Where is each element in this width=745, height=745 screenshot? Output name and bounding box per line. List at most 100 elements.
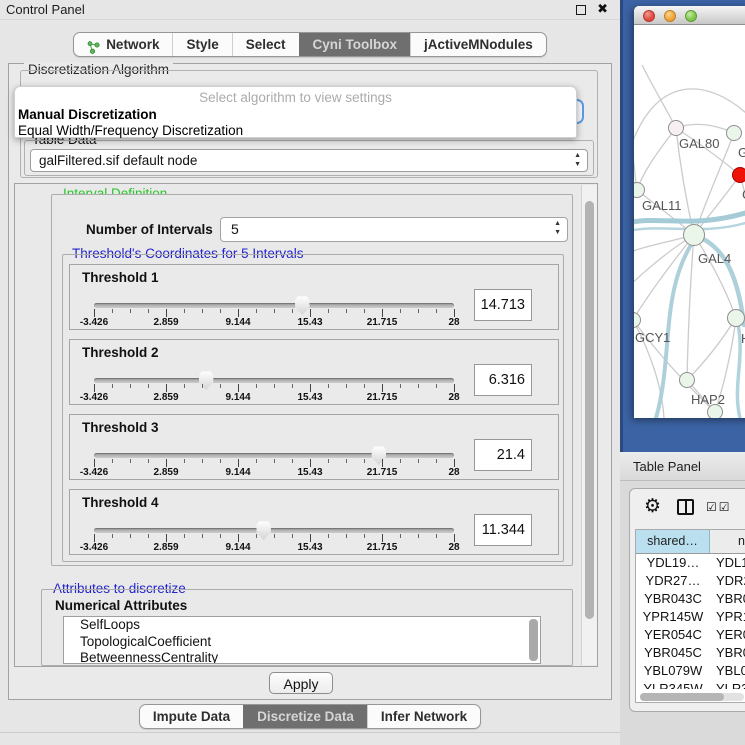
network-canvas[interactable]: GAL80 GA C GAL11 GAL4 GCY1 H HAP2 bbox=[634, 25, 745, 418]
cell-shared-name[interactable]: YLR345W bbox=[636, 680, 710, 689]
tick-mark bbox=[310, 384, 311, 392]
attribute-list-item[interactable]: SelfLoops bbox=[64, 617, 540, 634]
cell-name[interactable]: YBR0 bbox=[710, 644, 745, 662]
threshold-value-input[interactable]: 21.4 bbox=[474, 439, 532, 471]
spinner-arrows-icon[interactable]: ▲▼ bbox=[554, 219, 561, 237]
tick-mark bbox=[256, 309, 257, 313]
threshold-value-input[interactable]: 14.713 bbox=[474, 289, 532, 321]
table-row[interactable]: YPR145WYPR1 bbox=[636, 608, 745, 626]
numerical-attributes-list[interactable]: SelfLoopsTopologicalCoefficientBetweenne… bbox=[63, 616, 541, 664]
node-ga[interactable] bbox=[726, 125, 742, 141]
table-row[interactable]: YER054CYER0 bbox=[636, 626, 745, 644]
table-row[interactable]: YDL19…YDL1 bbox=[636, 554, 745, 572]
slider-track[interactable] bbox=[94, 378, 454, 383]
attribute-list-item[interactable]: TopologicalCoefficient bbox=[64, 634, 540, 651]
table-hscrollbar-thumb[interactable] bbox=[640, 693, 724, 701]
tick-mark bbox=[436, 384, 437, 388]
tab-select[interactable]: Select bbox=[232, 33, 299, 56]
column-header-shared-name[interactable]: shared… bbox=[636, 530, 710, 553]
cell-name[interactable]: YDR2 bbox=[710, 572, 745, 590]
float-window-icon[interactable] bbox=[576, 5, 586, 15]
panel-scrollbar-track[interactable] bbox=[581, 185, 597, 665]
tab-infer-network[interactable]: Infer Network bbox=[367, 705, 480, 728]
checkbox-icons[interactable]: ☑☑ bbox=[706, 500, 732, 514]
panel-scrollbar-thumb[interactable] bbox=[585, 201, 594, 619]
table-data-selected-value: galFiltered.sif default node bbox=[39, 153, 197, 168]
slider-tick-labels: -3.4262.8599.14415.4321.71528 bbox=[94, 542, 454, 554]
apply-button[interactable]: Apply bbox=[269, 672, 333, 694]
tick-mark bbox=[436, 534, 437, 538]
cell-shared-name[interactable]: YER054C bbox=[636, 626, 710, 644]
tick-label: 28 bbox=[448, 317, 459, 328]
table-row[interactable]: YBL079WYBL0 bbox=[636, 662, 745, 680]
table-row[interactable]: YBR043CYBR0 bbox=[636, 590, 745, 608]
table-panel-titlebar: Table Panel bbox=[620, 452, 745, 481]
cell-name[interactable]: YLR3 bbox=[710, 680, 745, 689]
cell-shared-name[interactable]: YBL079W bbox=[636, 662, 710, 680]
cell-name[interactable]: YER0 bbox=[710, 626, 745, 644]
attribute-list-item[interactable]: BetweennessCentrality bbox=[64, 650, 540, 664]
dropdown-option-equal-width[interactable]: Equal Width/Frequency Discretization bbox=[15, 123, 576, 139]
number-of-intervals-spinner[interactable]: 5 ▲▼ bbox=[220, 217, 568, 242]
table-row[interactable]: YBR045CYBR0 bbox=[636, 644, 745, 662]
tick-label: 28 bbox=[448, 392, 459, 403]
tick-mark bbox=[292, 309, 293, 313]
tab-cyni-toolbox[interactable]: Cyni Toolbox bbox=[299, 33, 411, 56]
close-icon[interactable]: ✖ bbox=[597, 1, 608, 17]
minimize-traffic-light-icon[interactable] bbox=[664, 10, 676, 22]
gear-icon[interactable]: ⚙ bbox=[644, 495, 661, 517]
tab-discretize-data[interactable]: Discretize Data bbox=[243, 705, 367, 728]
tick-mark bbox=[112, 534, 113, 538]
tab-impute-data[interactable]: Impute Data bbox=[140, 705, 243, 728]
network-window-titlebar[interactable] bbox=[634, 6, 745, 25]
tab-network[interactable]: Network bbox=[74, 33, 172, 56]
tick-mark bbox=[238, 534, 239, 542]
zoom-traffic-light-icon[interactable] bbox=[685, 10, 697, 22]
close-traffic-light-icon[interactable] bbox=[643, 10, 655, 22]
tick-label: 9.144 bbox=[225, 467, 250, 478]
node-selected-red[interactable] bbox=[732, 167, 745, 183]
cell-shared-name[interactable]: YBR045C bbox=[636, 644, 710, 662]
cell-name[interactable]: YBR0 bbox=[710, 590, 745, 608]
cell-name[interactable]: YPR1 bbox=[710, 608, 745, 626]
tab-jactivemnodules[interactable]: jActiveMNodules bbox=[410, 33, 546, 56]
threshold-value-input[interactable]: 11.344 bbox=[474, 514, 532, 546]
tick-label: -3.426 bbox=[80, 392, 108, 403]
slider-track[interactable] bbox=[94, 528, 454, 533]
node-gal80[interactable] bbox=[668, 120, 684, 136]
table-row[interactable]: YLR345WYLR3 bbox=[636, 680, 745, 689]
threshold-label: Threshold 2 bbox=[82, 345, 159, 360]
threshold-value-input[interactable]: 6.316 bbox=[474, 364, 532, 396]
split-columns-icon[interactable] bbox=[677, 499, 694, 515]
dropdown-option-manual[interactable]: Manual Discretization bbox=[15, 106, 576, 123]
tick-mark bbox=[436, 459, 437, 463]
tick-mark bbox=[256, 459, 257, 463]
cell-shared-name[interactable]: YDR27… bbox=[636, 572, 710, 590]
table-row[interactable]: YDR27…YDR2 bbox=[636, 572, 745, 590]
cell-shared-name[interactable]: YPR145W bbox=[636, 608, 710, 626]
table-hscrollbar-track[interactable] bbox=[640, 693, 744, 701]
column-header-name[interactable]: na bbox=[710, 530, 745, 553]
tick-mark bbox=[454, 534, 455, 542]
tab-style[interactable]: Style bbox=[172, 33, 231, 56]
number-of-intervals-label: Number of Intervals bbox=[86, 222, 213, 237]
slider-track[interactable] bbox=[94, 453, 454, 458]
tick-mark bbox=[184, 384, 185, 388]
tick-label: -3.426 bbox=[80, 317, 108, 328]
tick-mark bbox=[202, 384, 203, 388]
cell-name[interactable]: YDL1 bbox=[710, 554, 745, 572]
cell-shared-name[interactable]: YBR043C bbox=[636, 590, 710, 608]
algorithm-dropdown-popup: Select algorithm to view settings Manual… bbox=[14, 86, 577, 138]
node-gal4[interactable] bbox=[683, 224, 705, 246]
node-h[interactable] bbox=[727, 309, 745, 327]
cell-name[interactable]: YBL0 bbox=[710, 662, 745, 680]
table-data-combobox[interactable]: galFiltered.sif default node ▲▼ bbox=[30, 149, 588, 172]
tick-mark bbox=[400, 534, 401, 538]
tick-label: 9.144 bbox=[225, 542, 250, 553]
cell-shared-name[interactable]: YDL19… bbox=[636, 554, 710, 572]
slider-track[interactable] bbox=[94, 303, 454, 308]
list-scrollbar[interactable] bbox=[529, 619, 538, 661]
tick-label: 21.715 bbox=[367, 392, 398, 403]
node-hap2[interactable] bbox=[679, 372, 695, 388]
tick-mark bbox=[130, 309, 131, 313]
